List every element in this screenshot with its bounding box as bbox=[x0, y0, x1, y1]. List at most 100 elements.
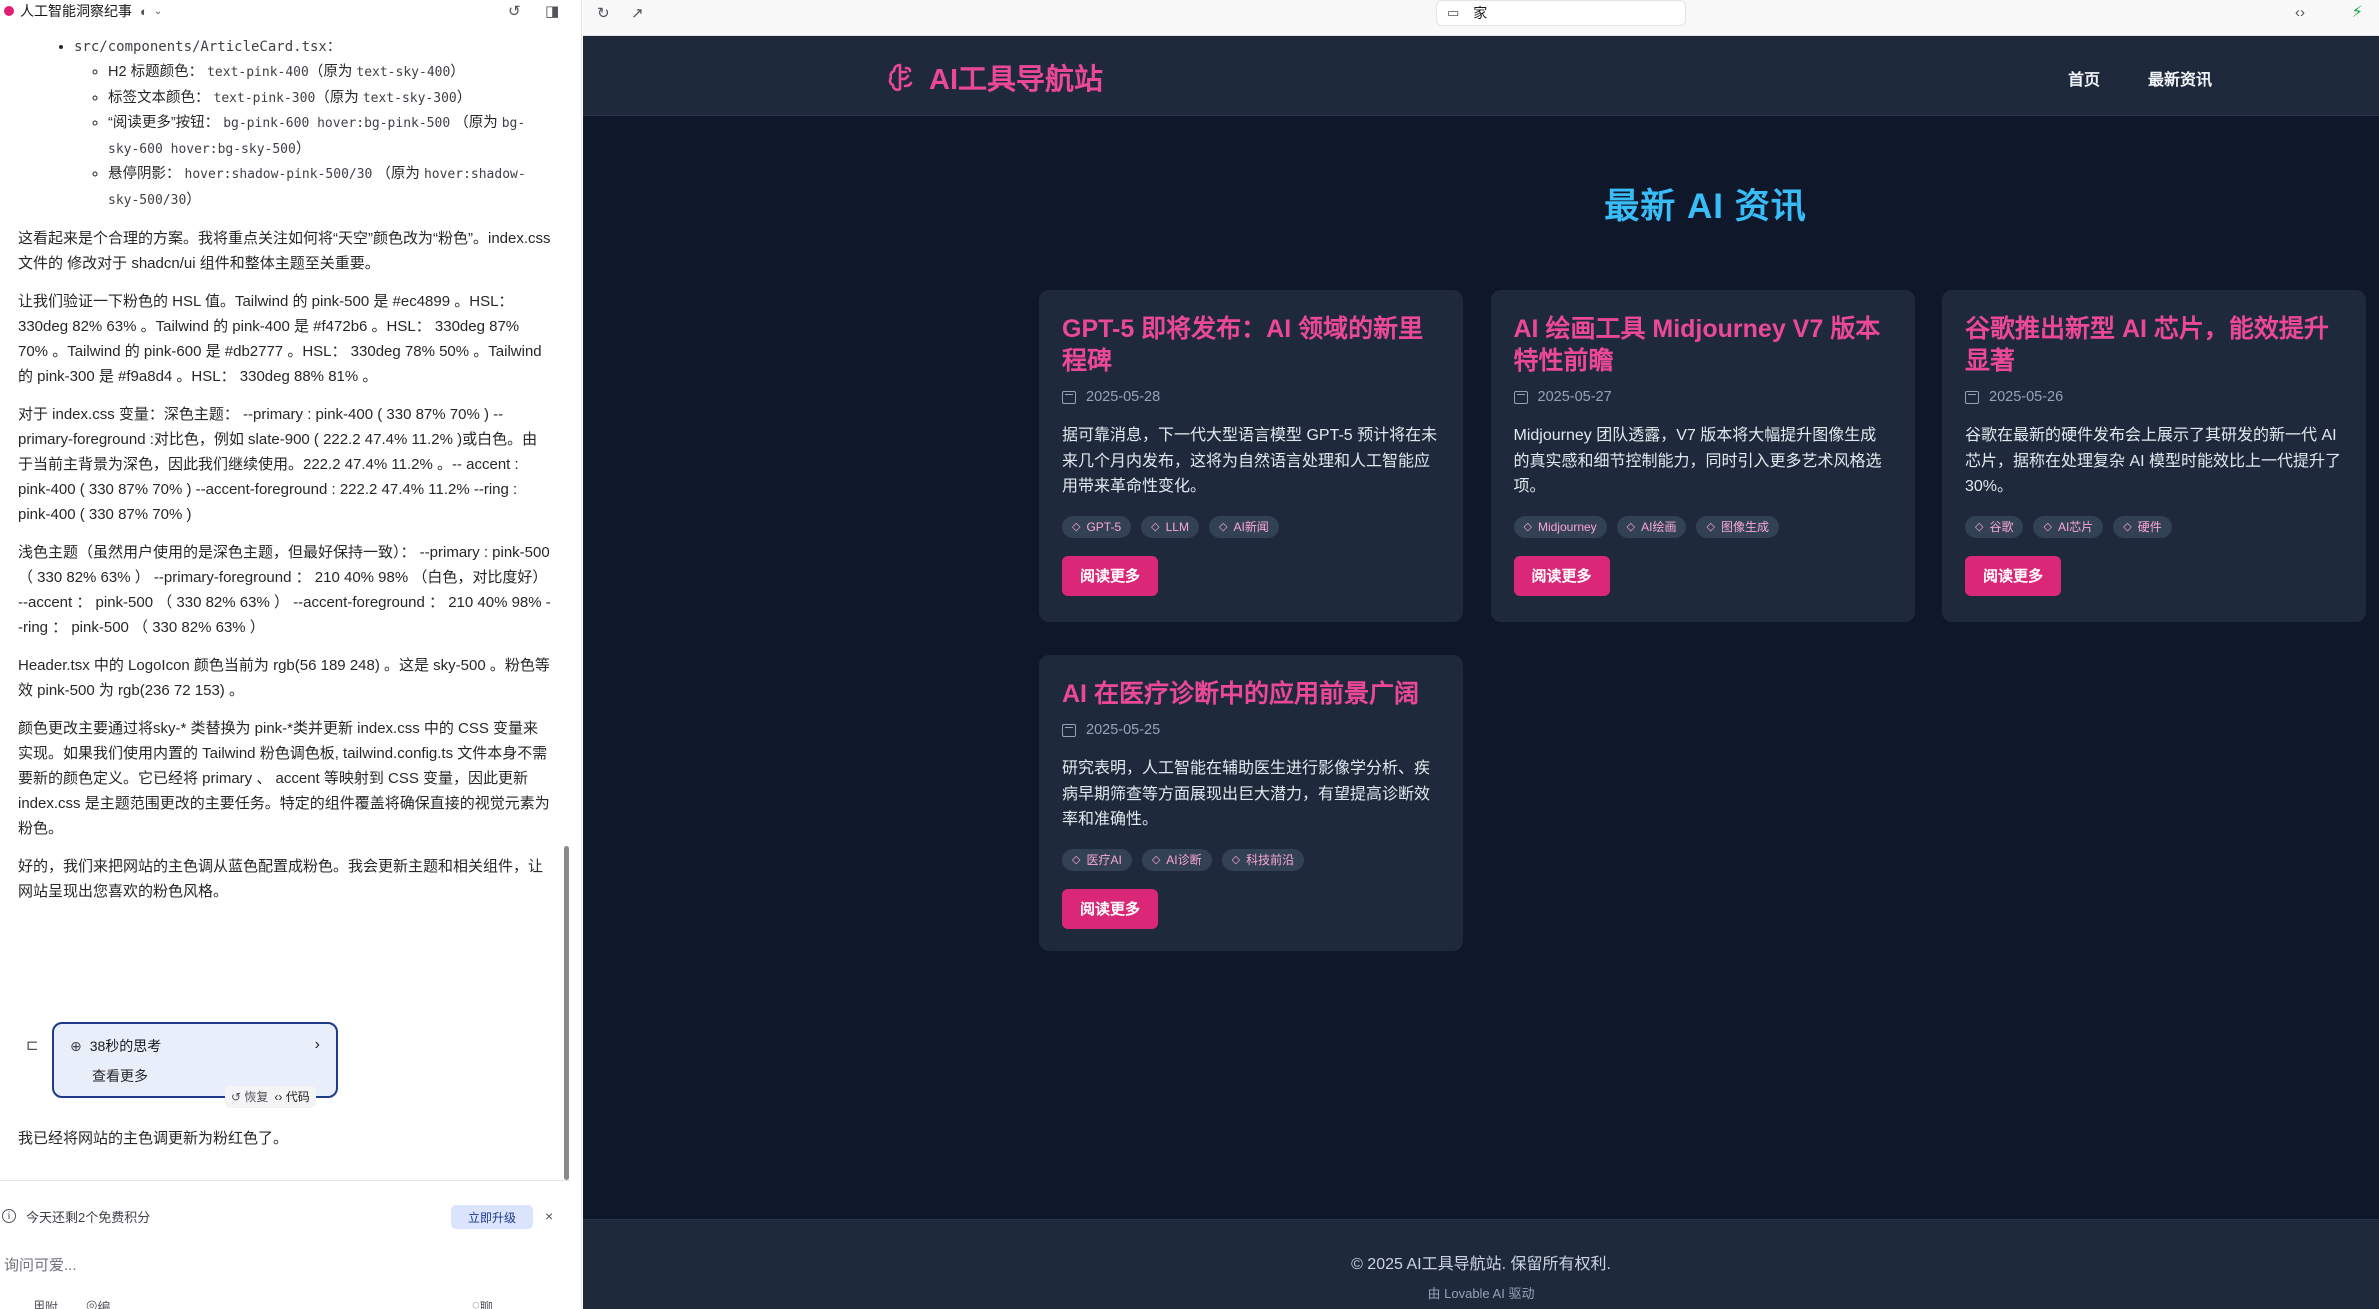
tag-icon: ◇ bbox=[1151, 521, 1160, 533]
change-text: 悬停阴影： bbox=[108, 166, 185, 182]
chevron-right-icon[interactable]: › bbox=[315, 1036, 320, 1054]
article-title[interactable]: AI 在医疗诊断中的应用前景广阔 bbox=[1062, 678, 1440, 710]
divider bbox=[0, 1180, 570, 1181]
read-more-button[interactable]: 阅读更多 bbox=[1062, 888, 1158, 929]
code-snippet: bg-pink-600 hover:bg-pink-500 bbox=[223, 116, 451, 131]
list-item: src/components/ArticleCard.tsx： H2 标题颜色：… bbox=[74, 34, 552, 213]
tag-badge[interactable]: ◇ LLM bbox=[1141, 515, 1199, 538]
edit-label: 编辑 bbox=[97, 1300, 111, 1309]
file-path: src/components/ArticleCard.tsx： bbox=[74, 39, 341, 55]
chat-messages: src/components/ArticleCard.tsx： H2 标题颜色：… bbox=[0, 22, 570, 1182]
article-title[interactable]: GPT-5 即将发布：AI 领域的新里程碑 bbox=[1062, 313, 1440, 377]
tag-badge[interactable]: ◇ 谷歌 bbox=[1965, 515, 2024, 538]
code-snippet: text-sky-400 bbox=[356, 65, 451, 80]
see-more-link[interactable]: 查看更多 bbox=[92, 1066, 320, 1086]
change-text: ） bbox=[295, 140, 311, 157]
chat-mode-button[interactable]: ◌ 聊天 bbox=[472, 1297, 493, 1309]
tag-label: 图像生成 bbox=[1720, 520, 1769, 534]
tag-badge[interactable]: ◇ AI诊断 bbox=[1141, 848, 1212, 871]
scrollbar[interactable] bbox=[564, 846, 569, 1180]
tag-label: 科技前沿 bbox=[1246, 853, 1295, 867]
sidebar-toggle-icon[interactable]: ◨ bbox=[545, 2, 559, 20]
page-heading: 最新 AI 资讯 bbox=[1604, 187, 1807, 226]
tag-label: Midjourney bbox=[1537, 519, 1597, 534]
chat-header: 人工智能洞察纪事 ◐ ⌄ ↺ ◨ bbox=[0, 0, 581, 22]
article-card[interactable]: AI 绘画工具 Midjourney V7 版本特性前瞻 2025-05-27 Mi… bbox=[1490, 290, 1915, 622]
article-title[interactable]: 谷歌推出新型 AI 芯片，能效提升显著 bbox=[1965, 313, 2343, 377]
nav-home[interactable]: 首页 bbox=[2068, 66, 2100, 90]
tag-label: AI芯片 bbox=[2057, 520, 2094, 534]
nav-latest-news[interactable]: 最新资讯 bbox=[2148, 66, 2212, 90]
address-bar[interactable]: ▭ 家 bbox=[1436, 0, 1686, 26]
calendar-icon bbox=[1965, 390, 1979, 404]
article-card[interactable]: 谷歌推出新型 AI 芯片，能效提升显著 2025-05-26 谷歌在最新的硬件发布会… bbox=[1942, 290, 2366, 622]
tag-badge[interactable]: ◇ 硬件 bbox=[2113, 515, 2172, 538]
code-view-icon[interactable]: ‹› bbox=[2295, 4, 2305, 21]
open-external-icon[interactable]: ↗ bbox=[631, 4, 644, 22]
upgrade-button[interactable]: 立即升级 bbox=[451, 1205, 533, 1229]
code-button[interactable]: ‹› 代码 bbox=[274, 1088, 309, 1106]
tag-badge[interactable]: ◇ AI新闻 bbox=[1208, 515, 1279, 538]
change-item: 标签文本颜色： text-pink-300（原为 text-sky-300） bbox=[108, 86, 552, 112]
site-footer: © 2025 AI工具导航站. 保留所有权利. 由 Lovable AI 驱动 bbox=[583, 1219, 2379, 1309]
tag-icon: ◇ bbox=[1706, 521, 1715, 533]
tag-label: 硬件 bbox=[2137, 520, 2162, 534]
date-text: 2025-05-25 bbox=[1086, 722, 1161, 738]
chat-input[interactable]: 询问可爱... bbox=[4, 1254, 77, 1275]
message-paragraph: 好的，我们来把网站的主色调从蓝色配置成粉色。我会更新主题和相关组件，让网站呈现出… bbox=[18, 858, 544, 900]
info-icon: i bbox=[2, 1209, 16, 1223]
restore-button[interactable]: ↺ 恢复 bbox=[231, 1088, 268, 1106]
close-icon[interactable]: × bbox=[545, 1208, 553, 1224]
code-snippet: text-pink-400 bbox=[207, 65, 309, 80]
change-text: 标签文本颜色： bbox=[108, 89, 214, 106]
article-card[interactable]: AI 在医疗诊断中的应用前景广阔 2025-05-25 研究表明，人工智能在辅助医生… bbox=[1039, 655, 1463, 951]
attach-button[interactable]: ⊞ 附 bbox=[34, 1297, 58, 1309]
change-text: ） bbox=[456, 89, 472, 106]
tag-badge[interactable]: ◇ AI芯片 bbox=[2033, 515, 2104, 538]
article-date: 2025-05-25 bbox=[1062, 722, 1440, 738]
bolt-icon[interactable]: ⚡ bbox=[2352, 2, 2363, 22]
article-date: 2025-05-28 bbox=[1062, 389, 1440, 405]
article-excerpt: Midjourney 团队透露，V7 版本将大幅提升图像生成的真实感和细节控制能… bbox=[1513, 427, 1882, 495]
code-label: 代码 bbox=[285, 1090, 310, 1104]
monitor-icon[interactable]: ▭ bbox=[1447, 5, 1459, 21]
tag-badge[interactable]: ◇ 图像生成 bbox=[1696, 515, 1779, 538]
read-more-button[interactable]: 阅读更多 bbox=[1513, 555, 1610, 596]
history-icon[interactable]: ↺ bbox=[508, 2, 521, 20]
tag-label: 医疗AI bbox=[1086, 853, 1122, 867]
tag-badge[interactable]: ◇ AI绘画 bbox=[1616, 515, 1687, 538]
tag-label: GPT-5 bbox=[1086, 519, 1122, 534]
chat-mode-label: 聊天 bbox=[479, 1300, 493, 1309]
article-title[interactable]: AI 绘画工具 Midjourney V7 版本特性前瞻 bbox=[1514, 313, 1892, 377]
final-message: 我已经将网站的主色调更新为粉红色了。 bbox=[18, 1130, 289, 1147]
read-more-button[interactable]: 阅读更多 bbox=[1965, 555, 2061, 596]
message-paragraph: 让我们验证一下粉色的 HSL 值。Tailwind 的 pink-500 是 #… bbox=[18, 293, 542, 385]
message-paragraph: 这看起来是个合理的方案。我将重点关注如何将“天空”颜色改为“粉色”。index.… bbox=[18, 230, 551, 272]
change-text: ） bbox=[186, 191, 201, 208]
tag-icon: ◇ bbox=[1975, 521, 1984, 533]
tag-icon: ◇ bbox=[1231, 854, 1241, 866]
calendar-icon bbox=[1062, 390, 1076, 404]
tag-badge[interactable]: ◇ GPT-5 bbox=[1062, 515, 1132, 538]
message-paragraph: Header.tsx 中的 LogoIcon 颜色当前为 rgb(56 189 … bbox=[18, 657, 550, 699]
tag-badge[interactable]: ◇ 医疗AI bbox=[1062, 848, 1132, 871]
code-snippet: hover:shadow-pink-500/30 bbox=[184, 167, 373, 182]
site-brand[interactable]: AI工具导航站 bbox=[887, 56, 1103, 98]
message-paragraph: 颜色更改主要通过将sky-* 类替换为 pink-*类并更新 index.css… bbox=[18, 720, 550, 837]
globe-icon[interactable]: ◐ bbox=[140, 4, 148, 19]
edit-button[interactable]: ◎ 编辑 bbox=[86, 1297, 110, 1309]
bookmark-icon[interactable]: ⊏ bbox=[26, 1036, 39, 1054]
change-item: 悬停阴影： hover:shadow-pink-500/30 （原为 hover… bbox=[108, 162, 552, 213]
article-card[interactable]: GPT-5 即将发布：AI 领域的新里程碑 2025-05-28 据可靠消息，下一代… bbox=[1039, 290, 1463, 622]
read-more-button[interactable]: 阅读更多 bbox=[1062, 555, 1158, 596]
tag-badge[interactable]: ◇ Midjourney bbox=[1513, 515, 1607, 538]
article-date: 2025-05-27 bbox=[1513, 389, 1892, 405]
tag-label: AI绘画 bbox=[1641, 520, 1677, 534]
app-logo[interactable] bbox=[4, 6, 14, 16]
tag-label: AI诊断 bbox=[1166, 853, 1202, 867]
credits-text: 今天还剩2个免费积分 bbox=[26, 1209, 151, 1225]
project-title[interactable]: 人工智能洞察纪事 bbox=[20, 1, 132, 21]
chevron-down-icon[interactable]: ⌄ bbox=[154, 6, 162, 17]
refresh-icon[interactable]: ↻ bbox=[597, 4, 610, 22]
tag-badge[interactable]: ◇ 科技前沿 bbox=[1221, 848, 1305, 871]
